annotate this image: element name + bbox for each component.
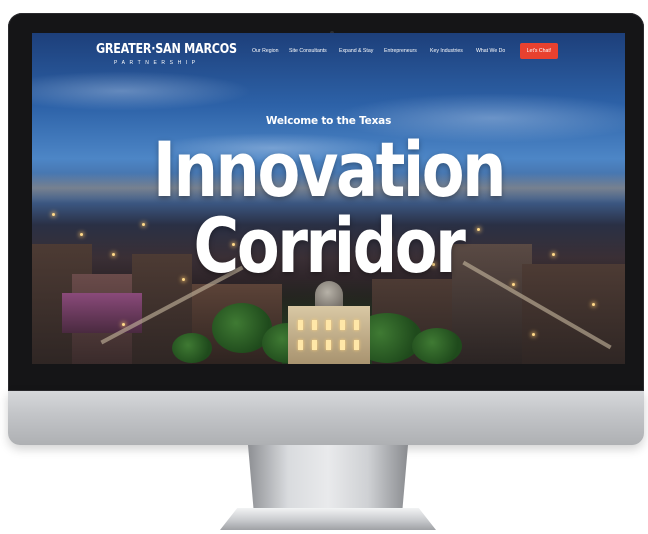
window: [326, 340, 331, 350]
nav-key-industries[interactable]: Key Industries: [430, 48, 463, 54]
window: [354, 340, 359, 350]
site-logo-subtitle: PARTNERSHIP: [114, 60, 200, 66]
tree: [412, 328, 462, 364]
site-logo[interactable]: GREATER·SAN MARCOS: [96, 42, 237, 57]
cloud: [32, 71, 252, 111]
monitor-stand-base: [220, 508, 436, 530]
window: [298, 320, 303, 330]
window: [326, 320, 331, 330]
window: [312, 340, 317, 350]
courthouse: [288, 281, 370, 364]
window: [298, 340, 303, 350]
city-light: [532, 333, 535, 336]
city-light: [122, 323, 125, 326]
hero-title-line2: Corridor: [193, 201, 466, 290]
nav-site-consultants[interactable]: Site Consultants: [289, 48, 327, 54]
monitor-stand-neck: [248, 445, 408, 519]
city-light: [80, 233, 83, 236]
nav-entrepreneurs[interactable]: Entrepreneurs: [384, 48, 417, 54]
window: [312, 320, 317, 330]
tree: [172, 333, 212, 363]
lets-chat-button[interactable]: Let's Chat!: [520, 43, 558, 59]
site-header: GREATER·SAN MARCOS PARTNERSHIP Our Regio…: [32, 33, 625, 73]
monitor-chin: [8, 391, 644, 445]
courthouse-body: [288, 306, 370, 364]
nav-expand-stay[interactable]: Expand & Stay: [339, 48, 373, 54]
window: [354, 320, 359, 330]
city-light: [52, 213, 55, 216]
window: [340, 340, 345, 350]
nav-our-region[interactable]: Our Region: [252, 48, 279, 54]
window: [340, 320, 345, 330]
nav-what-we-do[interactable]: What We Do: [476, 48, 505, 54]
website-screen: GREATER·SAN MARCOS PARTNERSHIP Our Regio…: [32, 33, 625, 364]
city-light: [592, 303, 595, 306]
